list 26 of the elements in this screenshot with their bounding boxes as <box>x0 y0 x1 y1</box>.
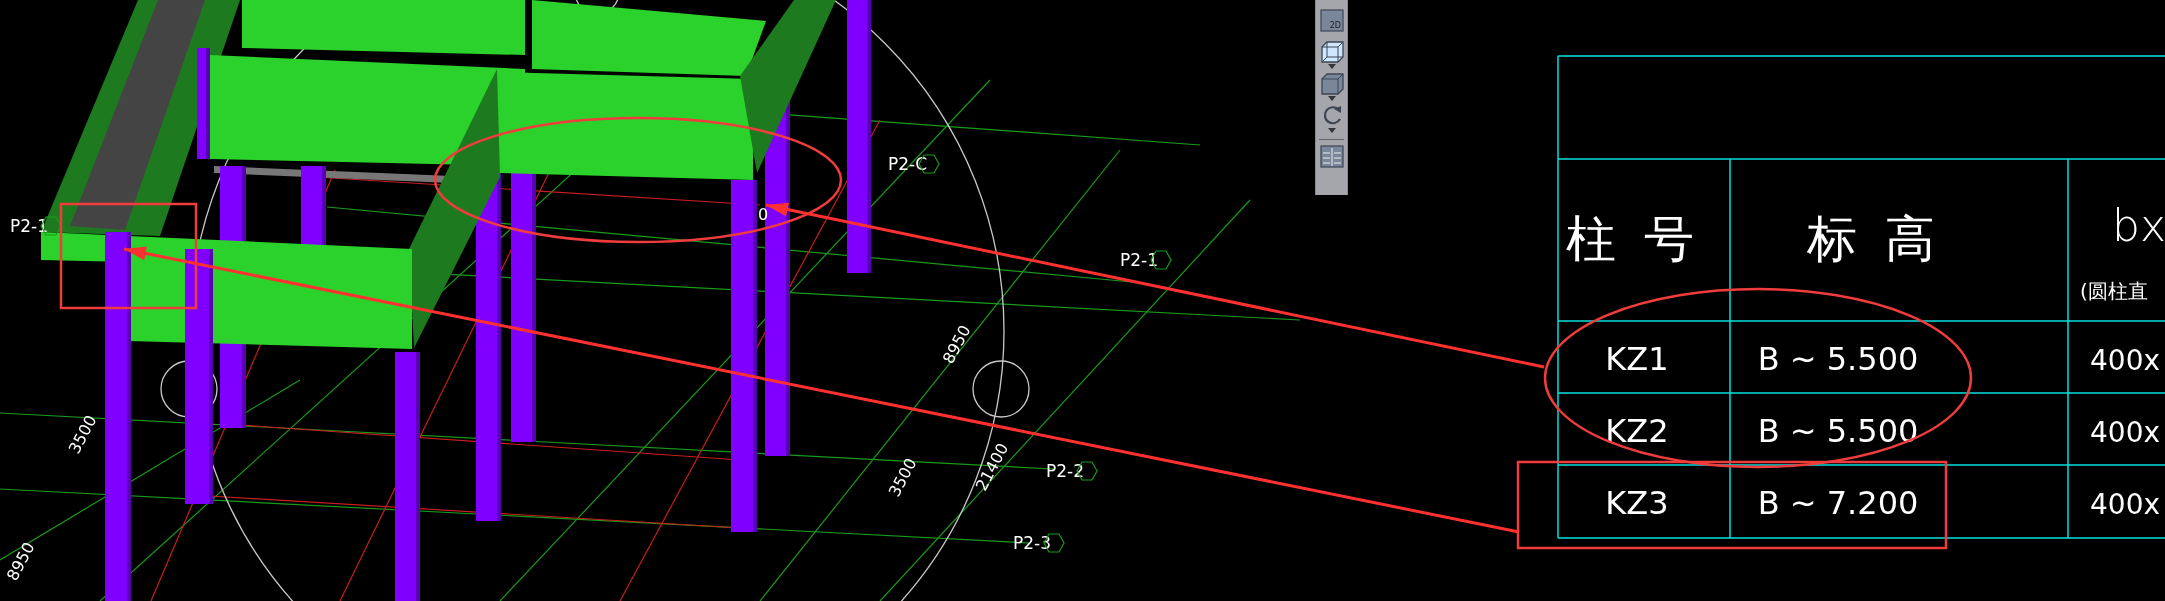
axis-label: P2-1 <box>10 216 49 236</box>
table-cell: 400x <box>2090 488 2160 521</box>
dimension-label: 8950 <box>938 322 975 367</box>
table-cell: KZ2 <box>1605 412 1669 450</box>
column-header: bx <box>2112 200 2165 251</box>
column-header: 柱号 <box>1566 210 1722 268</box>
table-cell: B ~ 5.500 <box>1757 412 1919 450</box>
table-cell: KZ1 <box>1605 340 1669 378</box>
axis-label: P2-1 <box>1120 250 1159 270</box>
axis-label: P2-2 <box>1046 461 1085 481</box>
column-header: 标高 <box>1807 210 1963 268</box>
column-note: (圆柱直 <box>2080 279 2148 303</box>
table-cell: KZ3 <box>1605 484 1669 522</box>
table-cell: B ~ 5.500 <box>1757 340 1919 378</box>
dimension-label: 3500 <box>64 412 101 457</box>
checklist-button[interactable] <box>1318 144 1345 168</box>
dimension-label: 8950 <box>2 539 39 584</box>
table-cell: B ~ 7.200 <box>1757 484 1919 522</box>
axis-label: P2-3 <box>1013 533 1052 553</box>
dimension-label: 3500 <box>884 455 921 500</box>
solid-cube-button[interactable] <box>1318 71 1345 95</box>
wireframe-cube-button[interactable] <box>1318 39 1345 63</box>
table-cell: 400x <box>2090 344 2160 377</box>
2d-view-button[interactable]: 2D <box>1318 8 1345 32</box>
table-cell: 400x <box>2090 416 2160 449</box>
caret-icon[interactable] <box>1327 128 1336 133</box>
